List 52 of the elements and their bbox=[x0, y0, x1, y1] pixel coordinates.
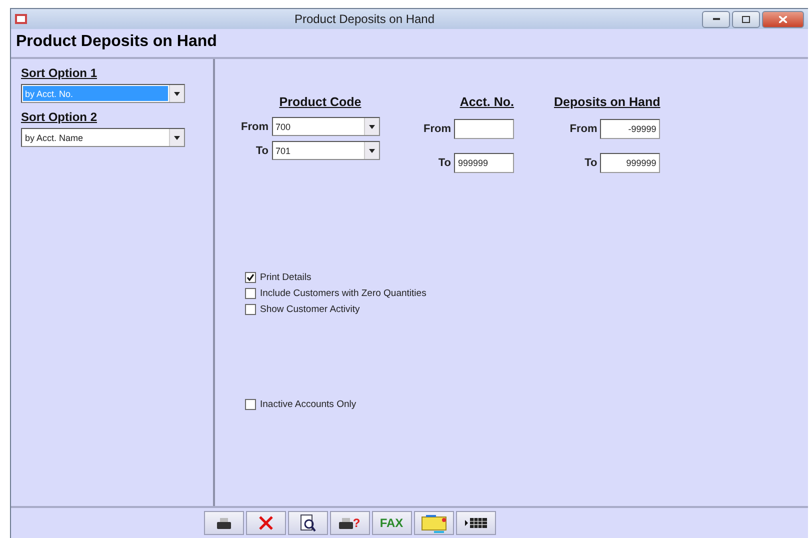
folder-arrows-icon bbox=[420, 513, 448, 533]
checkbox[interactable] bbox=[245, 288, 256, 299]
range-field[interactable]: 999999 bbox=[600, 153, 660, 173]
minimize-button[interactable] bbox=[702, 10, 730, 28]
close-icon bbox=[779, 16, 787, 22]
document-magnifier-icon bbox=[300, 514, 316, 532]
sort-label: Sort Option 1 bbox=[21, 66, 98, 80]
window-title: Product Deposits on Hand bbox=[293, 12, 436, 26]
form-heading: Product Deposits on Hand bbox=[15, 32, 218, 52]
printer-icon bbox=[338, 518, 353, 528]
cancel-button[interactable] bbox=[246, 511, 286, 535]
close-icon bbox=[258, 516, 272, 530]
range-field[interactable] bbox=[454, 119, 514, 139]
checkbox-option[interactable]: Include Customers with Zero Quantities bbox=[245, 288, 426, 299]
sort-label: Sort Option 2 bbox=[21, 110, 98, 124]
range-heading: Product Code bbox=[279, 95, 362, 109]
print-help-button[interactable]: ? bbox=[330, 511, 370, 535]
preview-button[interactable] bbox=[288, 511, 328, 535]
transfer-button[interactable] bbox=[414, 511, 454, 535]
checkbox[interactable] bbox=[245, 399, 256, 410]
caret-icon bbox=[368, 148, 374, 152]
table-grid-icon bbox=[464, 518, 486, 528]
checkbox-option[interactable]: Show Customer Activity bbox=[245, 304, 426, 315]
range-heading: Acct. No. bbox=[460, 95, 514, 109]
app-icon bbox=[15, 14, 27, 24]
from-label: From bbox=[570, 123, 598, 135]
maximize-button[interactable] bbox=[732, 10, 760, 28]
caret-icon bbox=[174, 136, 180, 140]
checkbox[interactable] bbox=[245, 304, 256, 315]
print-button[interactable] bbox=[204, 511, 244, 535]
to-label: To bbox=[438, 157, 451, 169]
minimize-icon bbox=[712, 18, 720, 20]
caret-icon bbox=[174, 92, 180, 96]
printer-icon bbox=[216, 518, 230, 528]
from-label: From bbox=[424, 123, 451, 135]
maximize-icon bbox=[742, 16, 750, 22]
sort-dropdown[interactable]: by Acct. Name bbox=[21, 128, 185, 147]
range-heading: Deposits on Hand bbox=[554, 95, 660, 109]
to-label: To bbox=[584, 157, 598, 169]
range-field[interactable]: 999999 bbox=[454, 153, 514, 173]
to-label: To bbox=[256, 144, 268, 156]
from-label: From bbox=[241, 120, 268, 132]
range-field[interactable]: -99999 bbox=[600, 119, 660, 139]
grid-button[interactable] bbox=[456, 511, 496, 535]
checkbox[interactable] bbox=[245, 272, 256, 283]
code-dropdown[interactable]: 700 bbox=[272, 117, 380, 136]
close-button[interactable] bbox=[762, 10, 804, 28]
code-dropdown[interactable]: 701 bbox=[272, 141, 380, 160]
caret-icon bbox=[368, 124, 374, 128]
checkbox-option[interactable]: Inactive Accounts Only bbox=[245, 399, 356, 410]
check-icon bbox=[247, 274, 254, 281]
checkbox-option[interactable]: Print Details bbox=[245, 272, 426, 283]
